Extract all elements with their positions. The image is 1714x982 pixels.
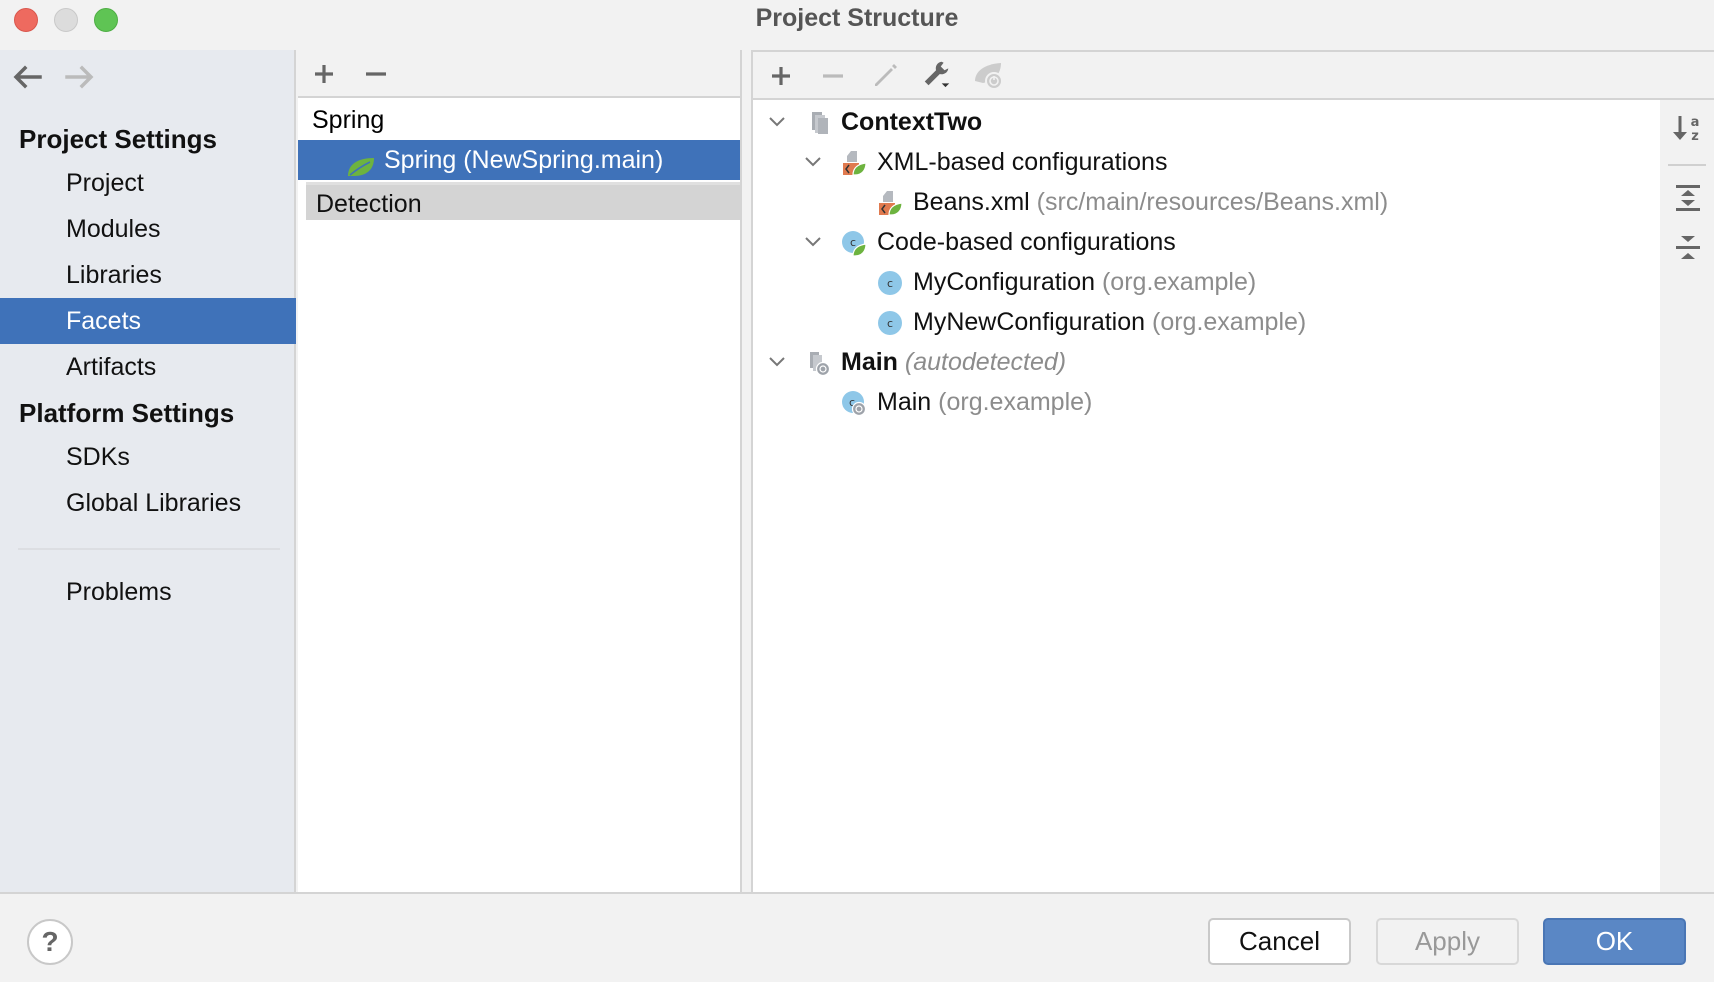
svg-text:c: c — [850, 236, 856, 249]
tree-row-mynewconfiguration[interactable]: c MyNewConfiguration (org.example) — [753, 302, 1660, 342]
tree-row-code-configurations[interactable]: c Code-based configurations — [753, 222, 1660, 262]
tree-label: MyNewConfiguration (org.example) — [913, 308, 1307, 336]
sort-alphabetically-icon: a z — [1673, 115, 1700, 144]
collapse-all-button[interactable] — [1671, 232, 1703, 264]
spring-xml-icon — [843, 151, 867, 176]
sidebar-item-facets[interactable]: Facets — [0, 298, 296, 344]
detection-tab[interactable]: Detection — [306, 182, 740, 220]
window-title: Project Structure — [755, 4, 959, 32]
sidebar-item-artifacts[interactable]: Artifacts — [0, 344, 296, 390]
plus-icon — [772, 67, 790, 85]
sidebar-item-problems[interactable]: Problems — [0, 569, 296, 615]
toolbar-separator — [1668, 164, 1706, 166]
ok-button[interactable]: OK — [1543, 918, 1686, 965]
sidebar-header-platform-settings: Platform Settings — [19, 398, 235, 428]
facets-list: Spring Spring (NewSpring.main) Detection — [298, 98, 740, 892]
spring-boot-icon — [975, 63, 1003, 90]
pencil-icon — [875, 64, 897, 86]
add-context-button[interactable] — [765, 60, 797, 92]
sidebar: Project Settings Project Modules Librari… — [0, 50, 296, 892]
tree-label: Beans.xml (src/main/resources/Beans.xml) — [913, 188, 1389, 216]
sidebar-divider — [18, 548, 280, 550]
sidebar-item-project[interactable]: Project — [0, 160, 296, 206]
title-bar: Project Structure — [0, 0, 1714, 50]
expand-all-icon — [1676, 185, 1700, 211]
context-toolbar — [753, 50, 1714, 100]
tree-label: Code-based configurations — [877, 228, 1176, 256]
help-button[interactable]: ? — [27, 919, 73, 965]
class-icon: c — [878, 271, 902, 295]
chevron-down-icon[interactable] — [767, 112, 787, 132]
minus-icon — [366, 72, 386, 76]
svg-text:c: c — [887, 277, 893, 290]
edit-context-button[interactable] — [869, 60, 901, 92]
sidebar-item-global-libraries[interactable]: Global Libraries — [0, 480, 296, 526]
tree-side-toolbar: a z — [1660, 100, 1714, 892]
tree-row-myconfiguration[interactable]: c MyConfiguration (org.example) — [753, 262, 1660, 302]
facet-group-spring[interactable]: Spring — [312, 100, 384, 140]
forward-button[interactable] — [62, 60, 98, 94]
svg-text:a: a — [1691, 115, 1700, 130]
svg-text:z: z — [1691, 129, 1699, 144]
tree-label: ContextTwo — [841, 108, 983, 136]
boot-class-icon: c — [842, 391, 867, 416]
panel-splitter[interactable] — [740, 50, 753, 892]
autodetected-context-icon — [810, 352, 831, 376]
detection-label: Detection — [316, 190, 422, 218]
tree-row-xml-configurations[interactable]: XML-based configurations — [753, 142, 1660, 182]
expand-all-button[interactable] — [1671, 182, 1703, 214]
tree-label: MyConfiguration (org.example) — [913, 268, 1257, 296]
back-button[interactable] — [10, 60, 46, 94]
tree-row-main-class[interactable]: c Main (org.example) — [753, 382, 1660, 422]
tree-row-contexttwo[interactable]: ContextTwo — [753, 102, 1660, 142]
context-tree: ContextTwo XML-based configurations Bean… — [753, 100, 1660, 892]
dialog-footer: ? Cancel Apply OK — [0, 892, 1714, 982]
tree-row-main-context[interactable]: Main (autodetected) — [753, 342, 1660, 382]
spring-class-icon: c — [842, 231, 867, 256]
chevron-down-icon[interactable] — [803, 152, 823, 172]
chevron-down-icon[interactable] — [767, 352, 787, 372]
tree-label: Main (org.example) — [877, 388, 1093, 416]
wrench-dropdown-icon — [924, 61, 950, 88]
settings-dropdown-button[interactable] — [921, 58, 953, 90]
run-context-button[interactable] — [973, 60, 1005, 92]
facet-item-label: Spring (NewSpring.main) — [384, 146, 664, 174]
sidebar-header-project-settings: Project Settings — [19, 124, 217, 154]
cancel-button[interactable]: Cancel — [1208, 918, 1351, 965]
sidebar-item-modules[interactable]: Modules — [0, 206, 296, 252]
minus-icon — [823, 74, 843, 78]
spring-xml-icon — [879, 191, 903, 216]
plus-icon — [315, 65, 333, 83]
context-files-icon — [812, 112, 828, 134]
collapse-all-icon — [1676, 236, 1700, 259]
chevron-down-icon[interactable] — [803, 232, 823, 252]
facets-toolbar — [298, 50, 740, 98]
svg-text:c: c — [887, 317, 893, 330]
sidebar-item-libraries[interactable]: Libraries — [0, 252, 296, 298]
arrow-left-icon — [13, 65, 42, 89]
tree-label: XML-based configurations — [877, 148, 1168, 176]
class-icon: c — [878, 311, 902, 335]
tree-label: Main (autodetected) — [841, 348, 1067, 376]
arrow-right-icon — [65, 65, 94, 89]
sort-alphabetically-button[interactable]: a z — [1671, 112, 1703, 144]
remove-context-button[interactable] — [817, 60, 849, 92]
apply-button[interactable]: Apply — [1376, 918, 1519, 965]
facet-item-selected[interactable]: Spring (NewSpring.main) — [298, 140, 740, 180]
sidebar-item-sdks[interactable]: SDKs — [0, 434, 296, 480]
tree-row-beans-xml[interactable]: Beans.xml (src/main/resources/Beans.xml) — [753, 182, 1660, 222]
remove-facet-button[interactable] — [360, 58, 392, 90]
add-facet-button[interactable] — [308, 58, 340, 90]
